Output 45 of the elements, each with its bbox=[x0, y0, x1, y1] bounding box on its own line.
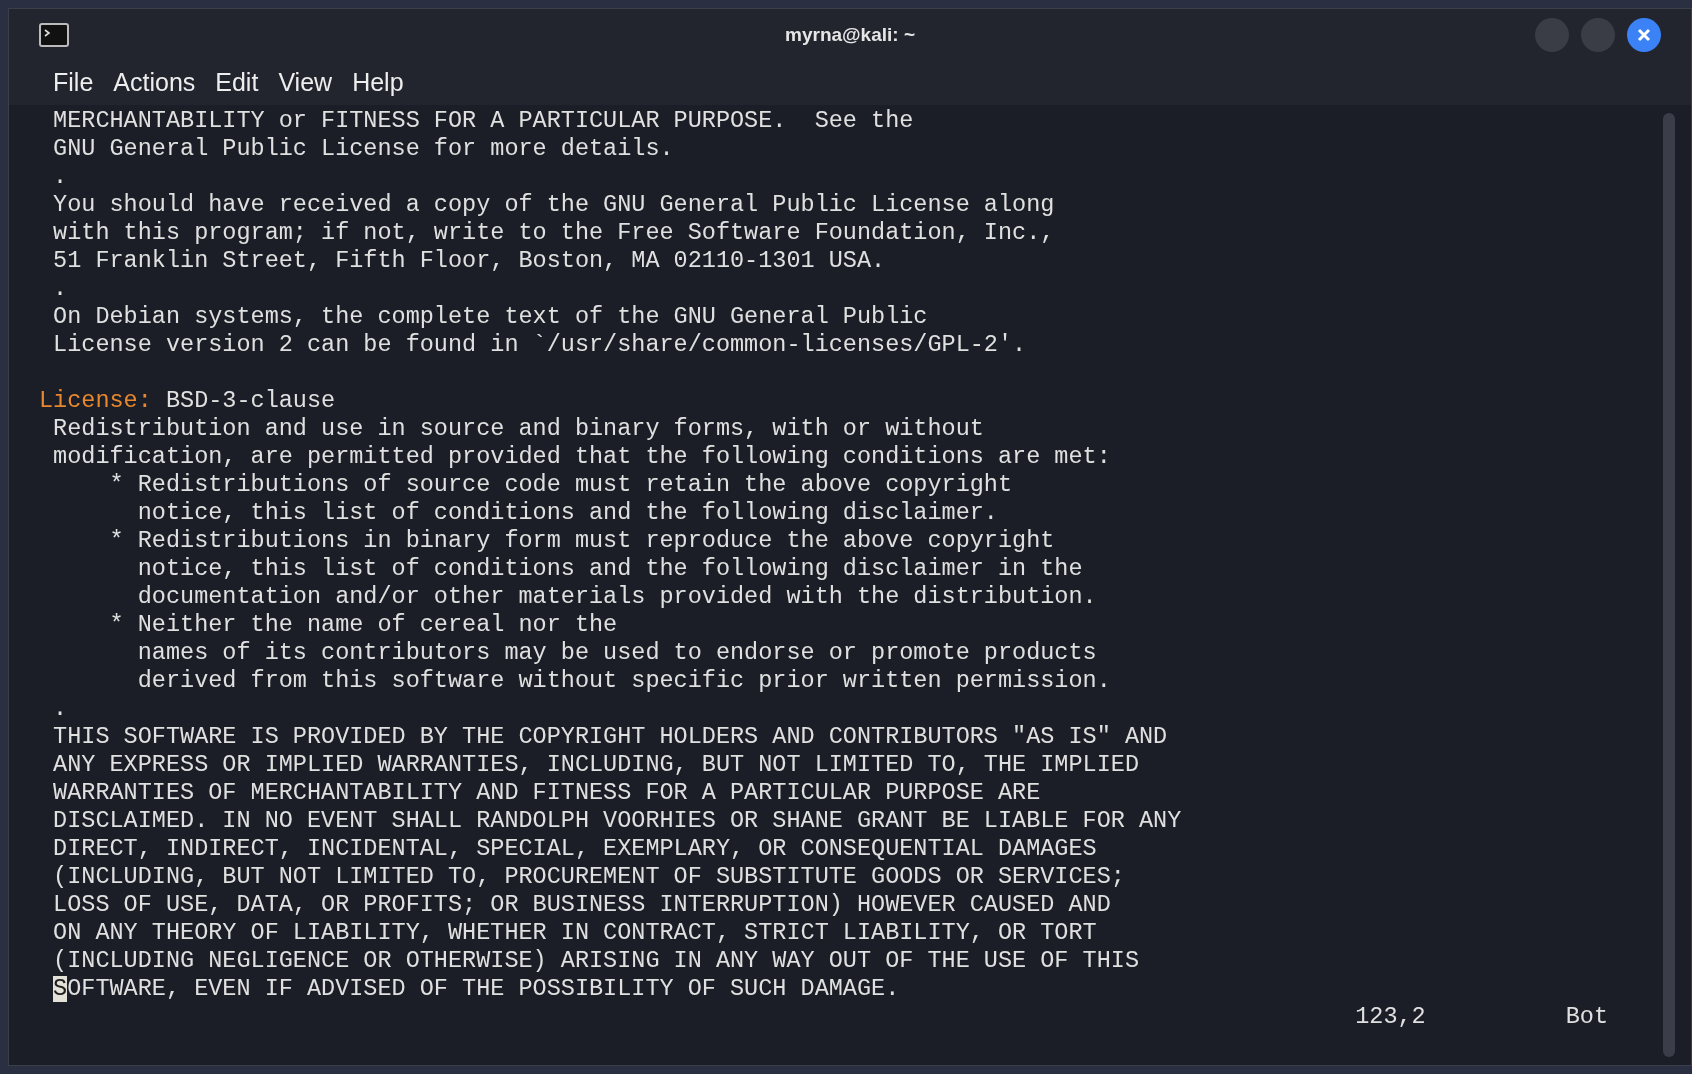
terminal-line: names of its contributors may be used to endorse or promote products bbox=[136, 639, 1097, 666]
menu-item[interactable]: Actions bbox=[105, 64, 204, 102]
terminal-line: BSD-3-clause bbox=[164, 387, 336, 414]
terminal-line: documentation and/or other materials provided with the distribution. bbox=[136, 583, 1097, 610]
terminal-line: MERCHANTABILITY or FITNESS FOR A PARTICULAR PURPOSE. See the bbox=[52, 107, 914, 134]
terminal-line: 51 Franklin Street, Fifth Floor, Boston, MA 02110-1301 USA. bbox=[52, 247, 886, 274]
terminal-line: * Neither the name of cereal nor the bbox=[108, 611, 618, 638]
terminal-line: . bbox=[52, 695, 68, 722]
terminal-line: ON ANY THEORY OF LIABILITY, WHETHER IN CONTRACT, STRICT LIABILITY, OR TORT bbox=[52, 919, 1097, 946]
menu-item[interactable]: File bbox=[45, 64, 102, 102]
terminal-line: . bbox=[52, 163, 68, 190]
terminal-line: LOSS OF USE, DATA, OR PROFITS; OR BUSINESS INTERRUPTION) HOWEVER CAUSED AND bbox=[52, 891, 1111, 918]
terminal-line: notice, this list of conditions and the following disclaimer in the bbox=[136, 555, 1083, 582]
terminal-line: * Redistributions in binary form must reproduce the above copyright bbox=[108, 527, 1055, 554]
menu-item[interactable]: Help bbox=[344, 64, 412, 102]
terminal-line: . bbox=[52, 275, 68, 302]
terminal-line: notice, this list of conditions and the following disclaimer. bbox=[136, 499, 998, 526]
terminal-line: On Debian systems, the complete text of the GNU General Public bbox=[52, 303, 928, 330]
terminal-line: License version 2 can be found in `/usr/share/common-licenses/GPL-2'. bbox=[52, 331, 1027, 358]
scroll-position: Bot bbox=[1565, 1003, 1608, 1031]
field-label: License: bbox=[39, 387, 152, 414]
terminal-line: DIRECT, INDIRECT, INCIDENTAL, SPECIAL, EXEMPLARY, OR CONSEQUENTIAL DAMAGES bbox=[52, 835, 1097, 862]
terminal-line: ANY EXPRESS OR IMPLIED WARRANTIES, INCLUDING, BUT NOT LIMITED TO, THE IMPLIED bbox=[52, 751, 1139, 778]
menu-item[interactable]: Edit bbox=[207, 64, 267, 102]
window-title: myrna@kali: ~ bbox=[785, 22, 915, 47]
terminal-line: THIS SOFTWARE IS PROVIDED BY THE COPYRIGHT HOLDERS AND CONTRIBUTORS "AS IS" AND bbox=[52, 723, 1168, 750]
scrollbar[interactable] bbox=[1663, 113, 1675, 1057]
maximize-button[interactable] bbox=[1581, 18, 1615, 52]
close-icon bbox=[1636, 27, 1652, 43]
terminal-line: (INCLUDING NEGLIGENCE OR OTHERWISE) ARISING IN ANY WAY OUT OF THE USE OF THIS bbox=[52, 947, 1139, 974]
terminal-line: You should have received a copy of the GNU General Public License along bbox=[52, 191, 1055, 218]
close-button[interactable] bbox=[1627, 18, 1661, 52]
menu-item[interactable]: View bbox=[270, 64, 341, 102]
terminal-line: with this program; if not, write to the Free Software Foundation, Inc., bbox=[52, 219, 1055, 246]
terminal-line: modification, are permitted provided that the following conditions are met: bbox=[52, 443, 1111, 470]
cursor-position: 123,2 bbox=[1355, 1003, 1426, 1031]
terminal-line: GNU General Public License for more details. bbox=[52, 135, 674, 162]
terminal-line: (INCLUDING, BUT NOT LIMITED TO, PROCUREMENT OF SUBSTITUTE GOODS OR SERVICES; bbox=[52, 863, 1125, 890]
terminal-line: Redistribution and use in source and binary forms, with or without bbox=[52, 415, 984, 442]
terminal-line: derived from this software without specific prior written permission. bbox=[136, 667, 1111, 694]
minimize-button[interactable] bbox=[1535, 18, 1569, 52]
terminal-icon bbox=[39, 23, 69, 47]
terminal-line: WARRANTIES OF MERCHANTABILITY AND FITNESS FOR A PARTICULAR PURPOSE ARE bbox=[52, 779, 1041, 806]
terminal-line: DISCLAIMED. IN NO EVENT SHALL RANDOLPH VOORHIES OR SHANE GRANT BE LIABLE FOR ANY bbox=[52, 807, 1182, 834]
terminal-line: * Redistributions of source code must retain the above copyright bbox=[108, 471, 1013, 498]
